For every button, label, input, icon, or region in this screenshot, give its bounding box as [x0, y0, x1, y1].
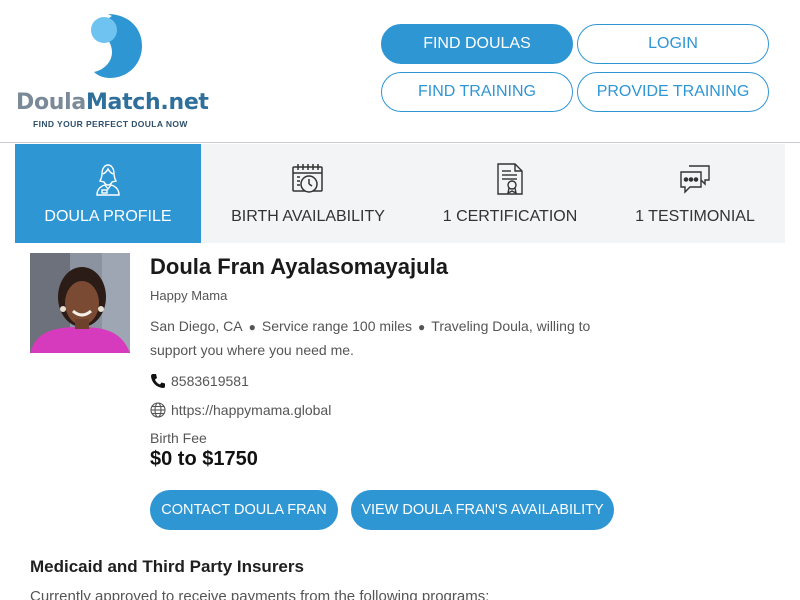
- tab-label: DOULA PROFILE: [44, 208, 172, 225]
- location-details: San Diego, CA ● Service range 100 miles ● Tr…: [150, 315, 630, 362]
- insurers-heading: Medicaid and Third Party Insurers: [30, 557, 304, 576]
- doula-portrait-icon: [30, 253, 130, 353]
- doula-name: Doula Fran Ayalasomayajula: [150, 254, 448, 279]
- site-header: DoulaMatch.net FIND YOUR PERFECT DOULA N…: [0, 0, 800, 143]
- profile-tabs: DOULA PROFILE BIRTH AVAILABILITY 1 CERTI…: [15, 144, 785, 243]
- provide-training-button[interactable]: PROVIDE TRAINING: [577, 72, 769, 112]
- contact-doula-button[interactable]: CONTACT DOULA FRAN: [150, 490, 338, 530]
- tab-label: BIRTH AVAILABILITY: [231, 208, 385, 225]
- site-logo[interactable]: DoulaMatch.net FIND YOUR PERFECT DOULA N…: [16, 12, 216, 132]
- tab-doula-profile[interactable]: DOULA PROFILE: [15, 144, 201, 243]
- website-row: https://happymama.global: [150, 401, 331, 419]
- logo-word-match: Match.net: [85, 90, 209, 115]
- separator-dot-icon: ●: [418, 320, 426, 334]
- tab-testimonial[interactable]: 1 TESTIMONIAL: [605, 144, 785, 243]
- certificate-icon: [497, 163, 523, 195]
- find-training-button[interactable]: FIND TRAINING: [381, 72, 573, 112]
- view-availability-button[interactable]: VIEW DOULA FRAN'S AVAILABILITY: [351, 490, 614, 530]
- tab-label: 1 CERTIFICATION: [442, 208, 578, 225]
- chat-bubbles-icon: [680, 165, 710, 194]
- logo-wordmark: DoulaMatch.net: [16, 90, 209, 115]
- doula-photo: [30, 253, 130, 353]
- business-name: Happy Mama: [150, 288, 228, 303]
- phone-number-link[interactable]: 8583619581: [171, 373, 249, 389]
- city-text: San Diego, CA: [150, 318, 243, 334]
- tab-birth-availability[interactable]: BIRTH AVAILABILITY: [201, 144, 415, 243]
- phone-icon: [151, 374, 165, 388]
- tab-certification[interactable]: 1 CERTIFICATION: [415, 144, 605, 243]
- tab-label: 1 TESTIMONIAL: [635, 208, 755, 225]
- user-profile-icon: [96, 164, 120, 196]
- calendar-clock-icon: [292, 164, 323, 193]
- separator-dot-icon: ●: [248, 320, 256, 334]
- logo-mark-icon: [91, 14, 142, 78]
- website-link[interactable]: https://happymama.global: [171, 402, 331, 418]
- service-range-text: Service range 100 miles: [261, 318, 413, 334]
- find-doulas-button[interactable]: FIND DOULAS: [381, 24, 573, 64]
- phone-row: 8583619581: [150, 372, 249, 390]
- globe-icon: [150, 402, 166, 418]
- login-button[interactable]: LOGIN: [577, 24, 769, 64]
- birth-fee-label: Birth Fee: [150, 430, 207, 446]
- logo-tagline: FIND YOUR PERFECT DOULA NOW: [33, 119, 188, 129]
- logo-word-doula: Doula: [16, 90, 86, 115]
- insurers-text: Currently approved to receive payments f…: [30, 588, 490, 600]
- birth-fee-value: $0 to $1750: [150, 448, 258, 470]
